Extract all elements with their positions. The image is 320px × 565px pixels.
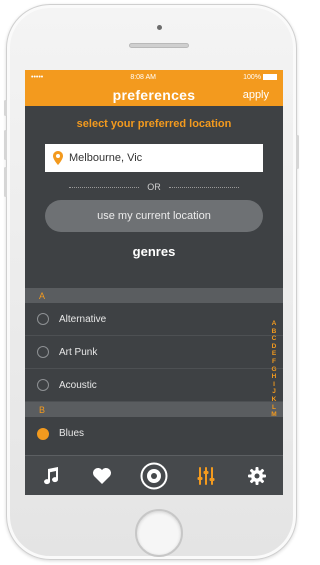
genre-label: Alternative — [59, 313, 107, 325]
location-value: Melbourne, Vic — [69, 152, 143, 164]
section-header-a: A — [25, 288, 283, 303]
nav-bar: preferences apply — [25, 84, 283, 106]
tab-music[interactable] — [36, 461, 66, 491]
heart-icon — [93, 467, 112, 484]
gear-icon — [248, 466, 267, 485]
earpiece-speaker — [129, 43, 189, 48]
battery-icon — [262, 73, 277, 80]
index-letter[interactable]: H — [272, 373, 277, 381]
radio-button[interactable] — [37, 379, 49, 391]
index-letter[interactable]: B — [272, 328, 277, 336]
genre-list: A Alternative Art Punk Acoustic B Blues — [25, 288, 283, 450]
index-letter[interactable]: K — [272, 396, 277, 404]
use-current-location-button[interactable]: use my current location — [45, 200, 263, 232]
tab-record[interactable] — [139, 461, 169, 491]
genre-label: Art Punk — [59, 346, 98, 358]
index-letter[interactable]: I — [273, 381, 275, 389]
radio-button[interactable] — [37, 313, 49, 325]
battery-indicator: 100% — [243, 74, 277, 81]
front-camera — [157, 25, 162, 30]
index-letter[interactable]: A — [272, 320, 277, 328]
location-input[interactable]: Melbourne, Vic — [45, 144, 263, 172]
tab-bar — [25, 455, 283, 495]
index-letter[interactable]: G — [271, 366, 276, 374]
volume-up-button — [4, 130, 7, 160]
tab-settings[interactable] — [242, 461, 272, 491]
carrier-signal: ••••• — [31, 73, 44, 81]
apply-button[interactable]: apply — [243, 89, 269, 101]
section-header-b: B — [25, 402, 283, 417]
equalizer-icon — [197, 466, 215, 485]
radio-button-selected[interactable] — [37, 427, 49, 440]
index-letter[interactable]: J — [272, 388, 276, 396]
or-label: OR — [147, 182, 161, 192]
music-note-icon — [43, 466, 58, 484]
index-letter[interactable]: M — [271, 411, 276, 419]
genre-item-acoustic[interactable]: Acoustic — [25, 369, 283, 402]
genre-label: Blues — [59, 428, 85, 439]
status-time: 8:08 AM — [130, 73, 157, 81]
genre-item-art-punk[interactable]: Art Punk — [25, 336, 283, 369]
mute-switch — [4, 100, 7, 116]
or-divider: OR — [25, 182, 283, 192]
status-bar: ••••• 8:08 AM 100% — [25, 70, 283, 84]
index-letter[interactable]: F — [272, 358, 276, 366]
volume-down-button — [4, 167, 7, 197]
divider-line-left — [69, 186, 140, 188]
tab-favorites[interactable] — [87, 461, 117, 491]
index-letter[interactable]: L — [272, 404, 276, 412]
location-heading: select your preferred location — [76, 118, 232, 130]
index-letter[interactable]: E — [272, 350, 276, 358]
page-title: preferences — [112, 87, 196, 103]
radio-button[interactable] — [37, 346, 49, 358]
home-button[interactable] — [135, 509, 183, 557]
power-button — [296, 135, 299, 169]
genre-label: Acoustic — [59, 379, 97, 391]
alphabet-index[interactable]: A B C D E F G H I J K L M — [268, 320, 280, 419]
app-screen: ••••• 8:08 AM 100% preferences apply sel… — [25, 70, 283, 495]
record-icon — [140, 462, 168, 489]
genre-item-blues[interactable]: Blues — [25, 417, 283, 450]
location-pin-icon — [53, 151, 63, 165]
divider-line-right — [168, 186, 239, 188]
index-letter[interactable]: C — [272, 335, 277, 343]
genres-title: genres — [132, 244, 176, 259]
genre-item-alternative[interactable]: Alternative — [25, 303, 283, 336]
tab-preferences[interactable] — [191, 461, 221, 491]
index-letter[interactable]: D — [272, 343, 277, 351]
